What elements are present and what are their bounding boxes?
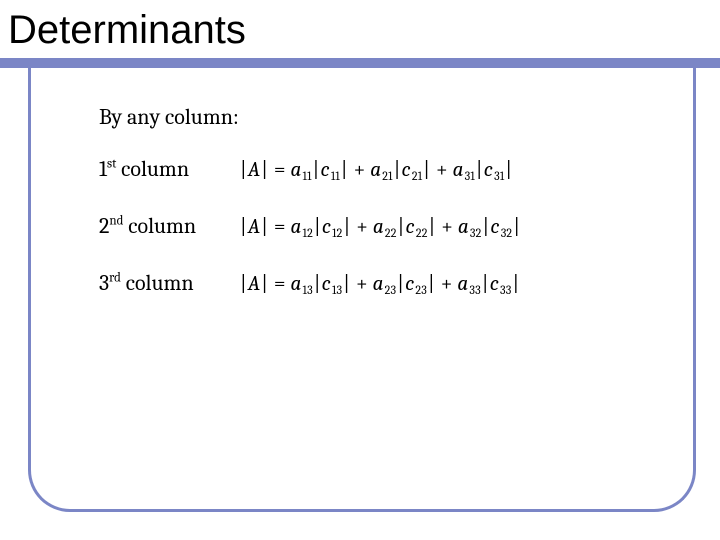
content-card: By any column: 1st column |A| = a11|c11|…: [28, 68, 696, 512]
row-label: 1st column: [99, 156, 239, 182]
formula: |A| = a12|c12| + a22|c22| + a32|c32|: [239, 215, 521, 240]
formula: |A| = a11|c11| + a21|c21| + a31|c31|: [239, 158, 513, 183]
row-label: 3rd column: [99, 270, 239, 296]
row-label-ord: nd: [109, 214, 123, 229]
slide-title: Determinants: [8, 8, 246, 53]
formula: |A| = a13|c13| + a23|c23| + a33|c33|: [239, 272, 520, 297]
row-label-ord: rd: [109, 271, 121, 286]
formula-row: 2nd column |A| = a12|c12| + a22|c22| + a…: [99, 213, 651, 240]
row-label-word: column: [116, 156, 189, 182]
formula-row: 3rd column |A| = a13|c13| + a23|c23| + a…: [99, 270, 651, 297]
row-label-num: 1: [99, 156, 107, 182]
row-label-num: 2: [99, 213, 109, 239]
row-label-num: 3: [99, 270, 109, 296]
row-label-word: column: [123, 213, 196, 239]
row-label: 2nd column: [99, 213, 239, 239]
row-label-ord: st: [107, 157, 116, 172]
header-band: [0, 58, 720, 68]
row-label-word: column: [121, 270, 194, 296]
subheading: By any column:: [99, 104, 651, 130]
formula-row: 1st column |A| = a11|c11| + a21|c21| + a…: [99, 156, 651, 183]
